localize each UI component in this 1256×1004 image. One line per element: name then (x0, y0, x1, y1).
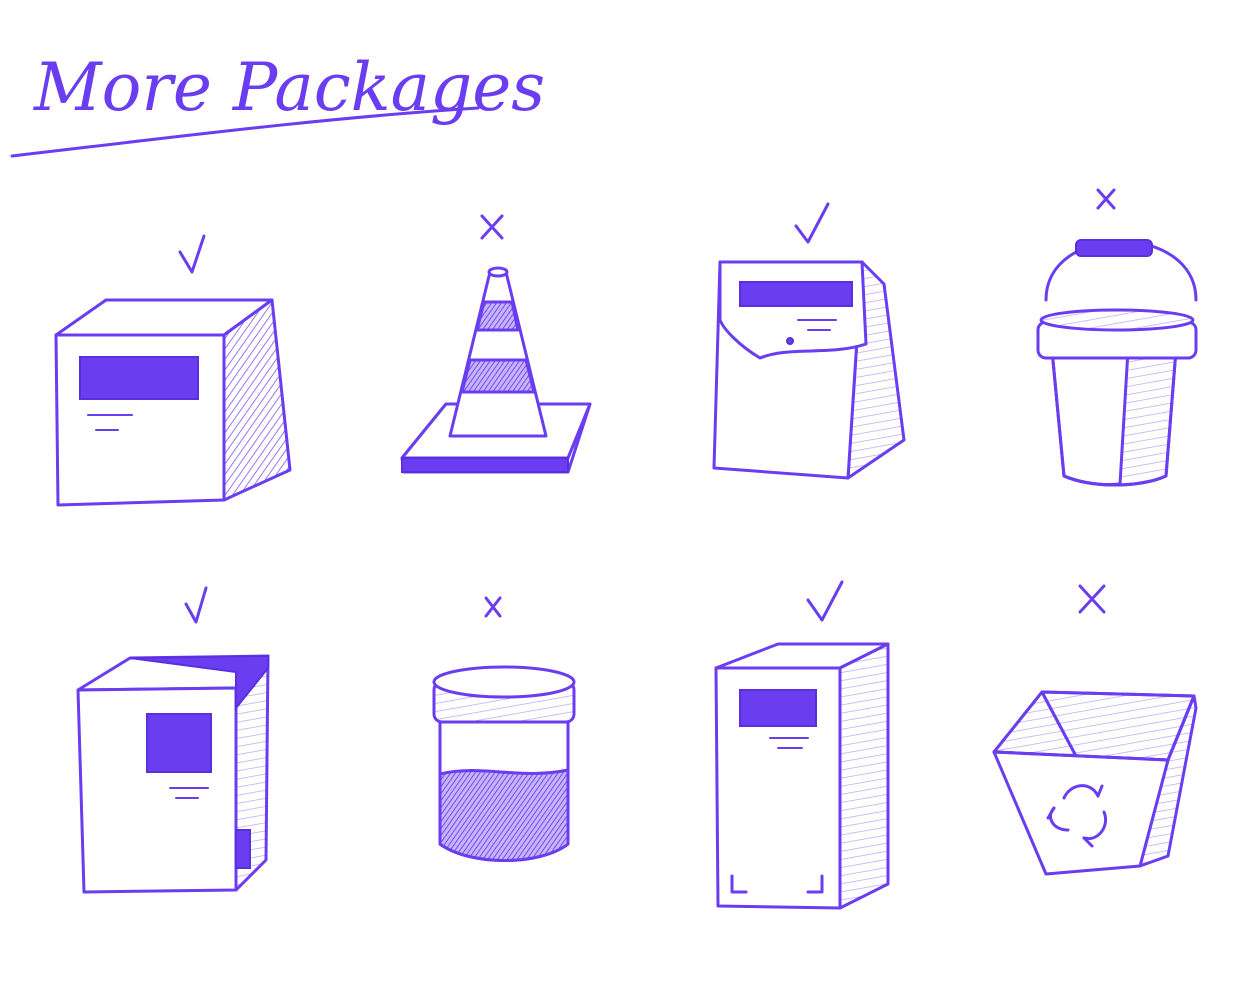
bucket-icon (1036, 239, 1198, 487)
page-title: More Packages (33, 49, 545, 126)
item-cardboard-box (54, 234, 292, 507)
recycling-bin-icon (992, 690, 1198, 876)
paper-bag-icon (712, 260, 906, 480)
taped-box-icon (76, 654, 270, 894)
cross-mark (484, 596, 502, 618)
cross-mark (480, 214, 504, 240)
check-mark (184, 586, 208, 624)
cross-mark (1078, 584, 1106, 614)
traffic-cone-icon (400, 266, 592, 474)
item-traffic-cone (400, 214, 592, 474)
cross-mark (1096, 188, 1116, 210)
sketch-sheet: More Packages (10, 49, 1198, 910)
item-jar (432, 596, 576, 862)
cardboard-box-icon (54, 298, 292, 507)
carton-box-icon (714, 642, 890, 910)
item-carton-box (714, 580, 890, 910)
item-taped-box (76, 586, 270, 894)
check-mark (794, 202, 830, 244)
item-bucket (1036, 188, 1198, 487)
jar-icon (432, 665, 576, 862)
check-mark (806, 580, 844, 622)
item-recycling-bin (992, 584, 1198, 876)
item-paper-bag (712, 202, 906, 480)
check-mark (178, 234, 206, 274)
